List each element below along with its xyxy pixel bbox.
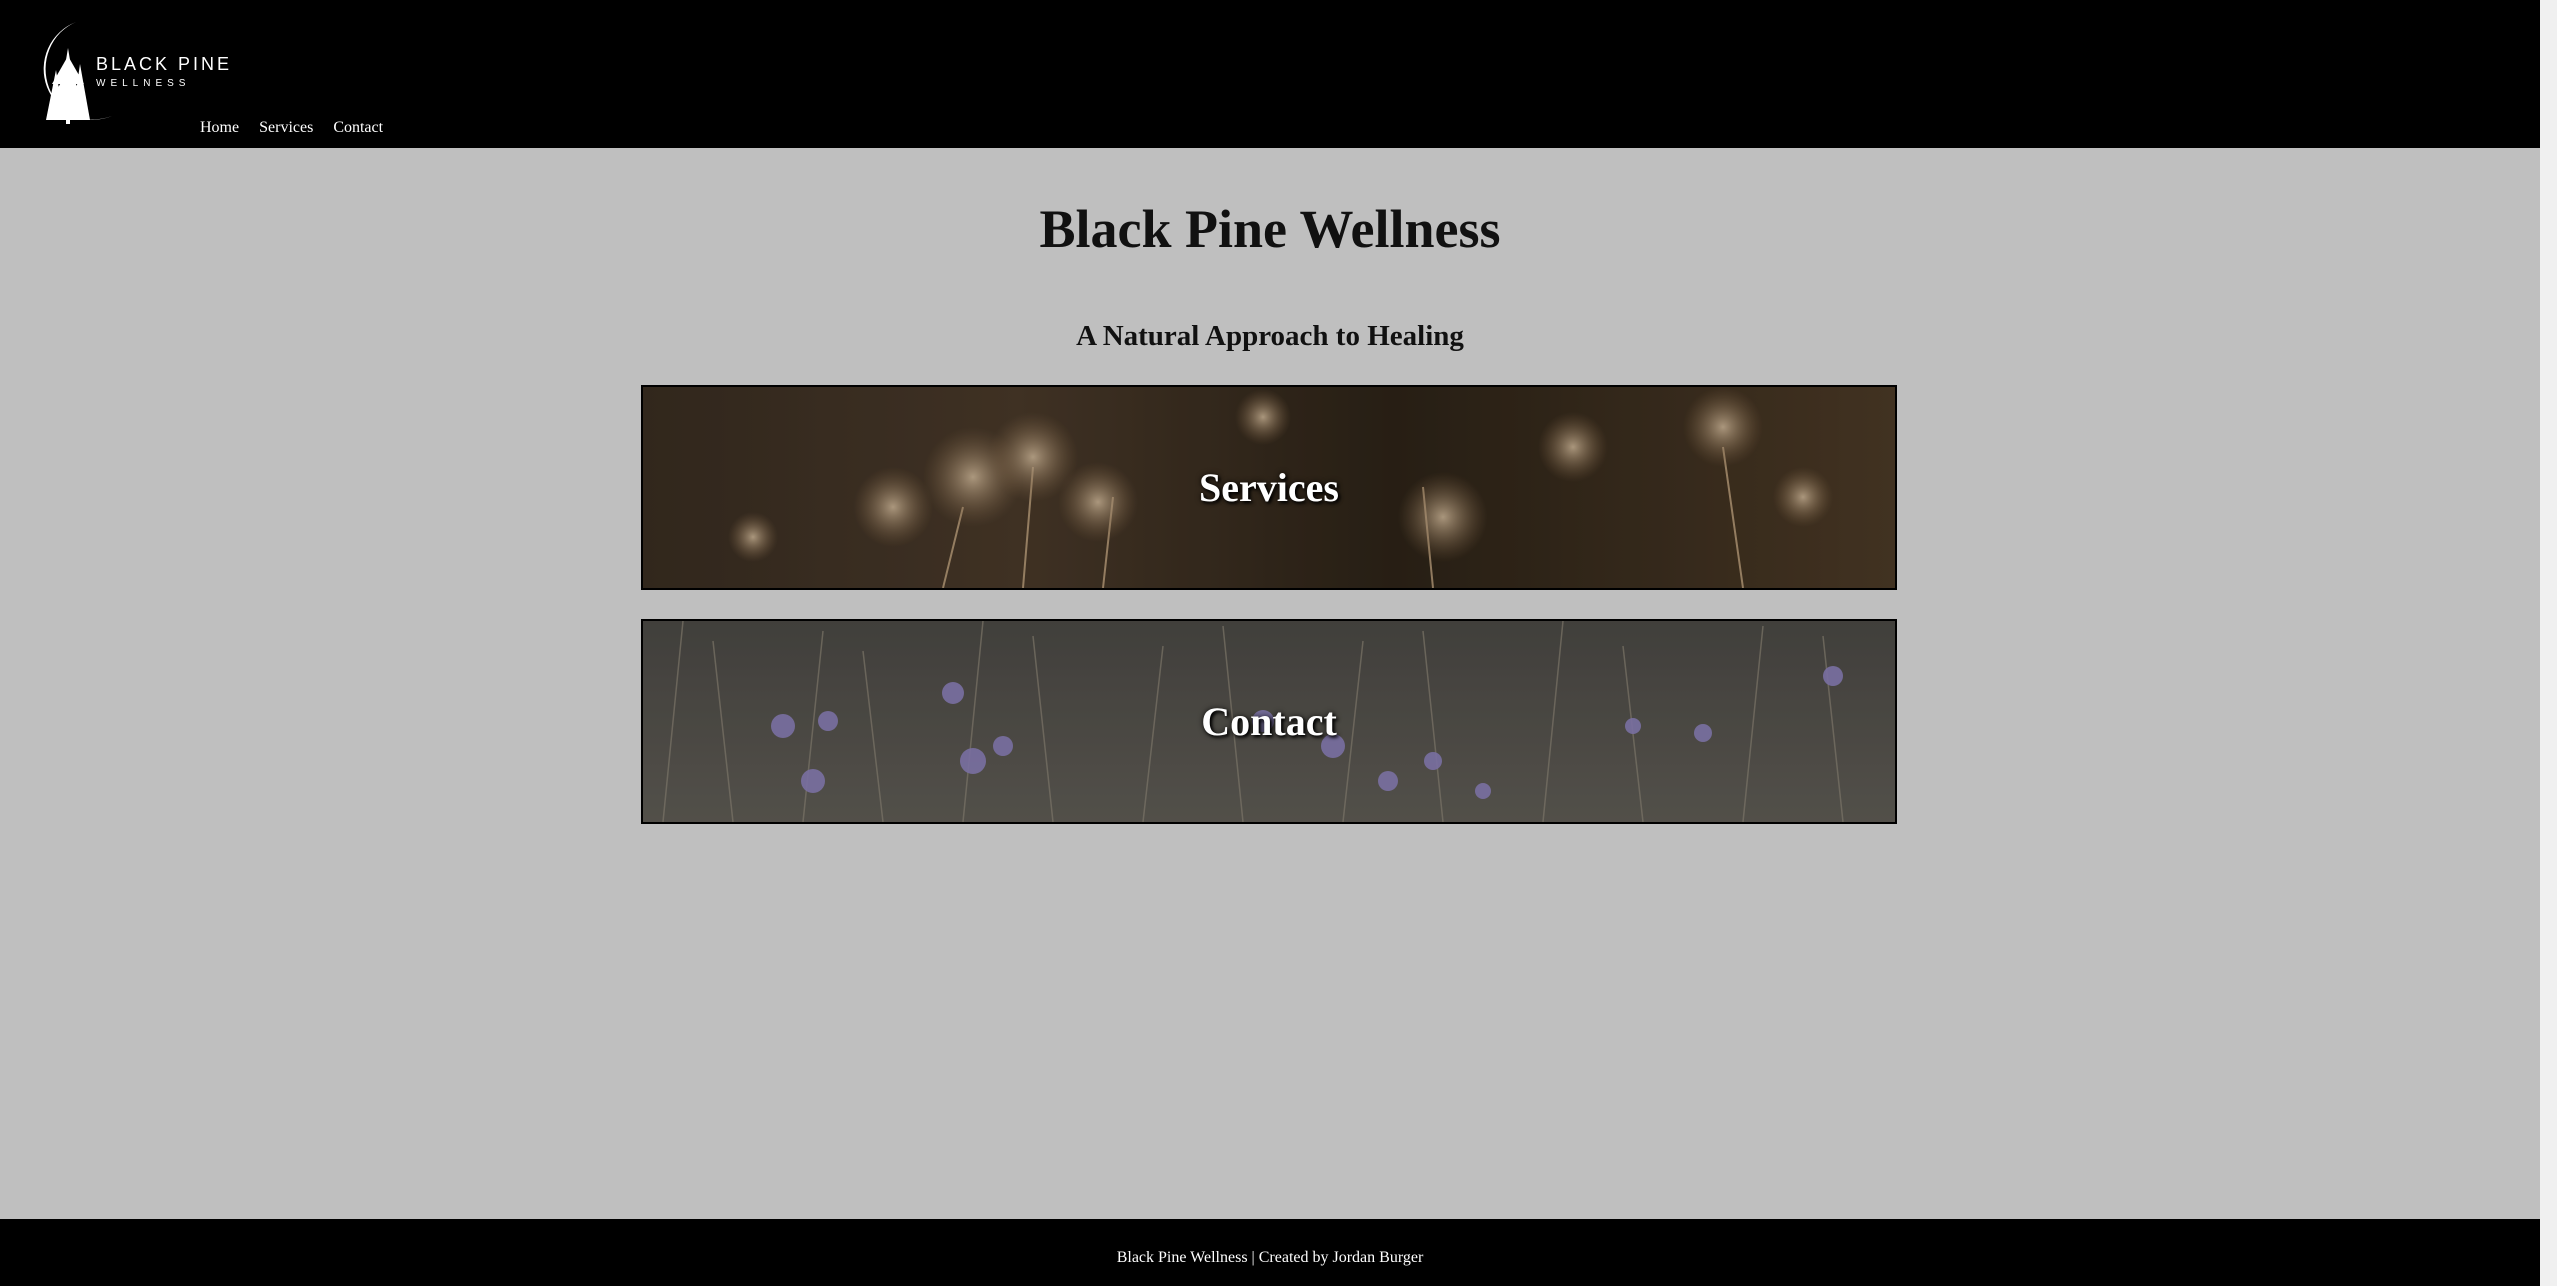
- logo-text: BLACK PINE: [96, 54, 233, 74]
- vertical-scrollbar[interactable]: [2540, 0, 2557, 1286]
- site-header: BLACK PINE WELLNESS Home Services Contac…: [0, 0, 2540, 148]
- logo[interactable]: BLACK PINE WELLNESS: [16, 20, 229, 128]
- page-subtitle: A Natural Approach to Healing: [1076, 320, 1464, 352]
- site-footer: Black Pine Wellness | Created by Jordan …: [0, 1219, 2540, 1286]
- logo-subtext: WELLNESS: [96, 78, 191, 89]
- services-banner-label: Services: [1199, 465, 1339, 510]
- page: BLACK PINE WELLNESS Home Services Contac…: [0, 0, 2557, 1286]
- contact-banner-link[interactable]: Contact: [641, 619, 1897, 824]
- footer-credit: Black Pine Wellness | Created by Jordan …: [1116, 1249, 1424, 1266]
- nav-link-home[interactable]: Home: [200, 119, 239, 137]
- nav-link-contact[interactable]: Contact: [333, 119, 383, 137]
- scrollbar-thumb[interactable]: [2544, 4, 2553, 1274]
- services-banner-link[interactable]: Services: [641, 385, 1897, 590]
- nav-link-services[interactable]: Services: [259, 119, 313, 137]
- page-title: Black Pine Wellness: [1039, 199, 1501, 259]
- main-nav: Home Services Contact: [200, 119, 383, 137]
- contact-banner-label: Contact: [1201, 699, 1337, 744]
